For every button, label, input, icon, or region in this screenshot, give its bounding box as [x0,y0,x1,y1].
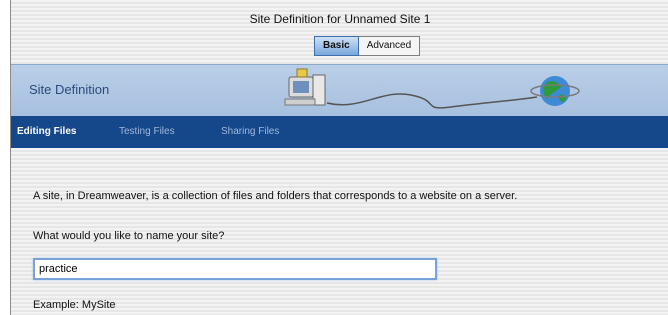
network-cable-icon [326,93,538,109]
globe-icon [530,76,580,106]
subtab-editing-files[interactable]: Editing Files [17,126,76,137]
banner-illustration [284,68,580,109]
banner-title: Site Definition [29,82,110,97]
site-name-example: Example: MySite [33,299,116,311]
site-name-question: What would you like to name your site? [33,230,225,242]
site-definition-window: Site Definition for Unnamed Site 1 Basic… [10,0,668,315]
tab-basic[interactable]: Basic [314,36,359,56]
computer-icon [284,68,326,106]
banner: Site Definition [11,64,668,117]
sub-navigation: Editing Files Testing Files Sharing File… [11,116,668,148]
tab-bar: Basic Advanced [314,36,421,56]
tab-advanced[interactable]: Advanced [358,36,421,56]
subtab-testing-files[interactable]: Testing Files [119,126,175,137]
site-name-input[interactable] [33,258,437,280]
titlebar: Site Definition for Unnamed Site 1 [11,0,668,34]
content-area: A site, in Dreamweaver, is a collection … [11,148,668,315]
window-title: Site Definition for Unnamed Site 1 [249,12,431,26]
subtab-sharing-files[interactable]: Sharing Files [221,126,279,137]
site-description: A site, in Dreamweaver, is a collection … [33,190,518,202]
